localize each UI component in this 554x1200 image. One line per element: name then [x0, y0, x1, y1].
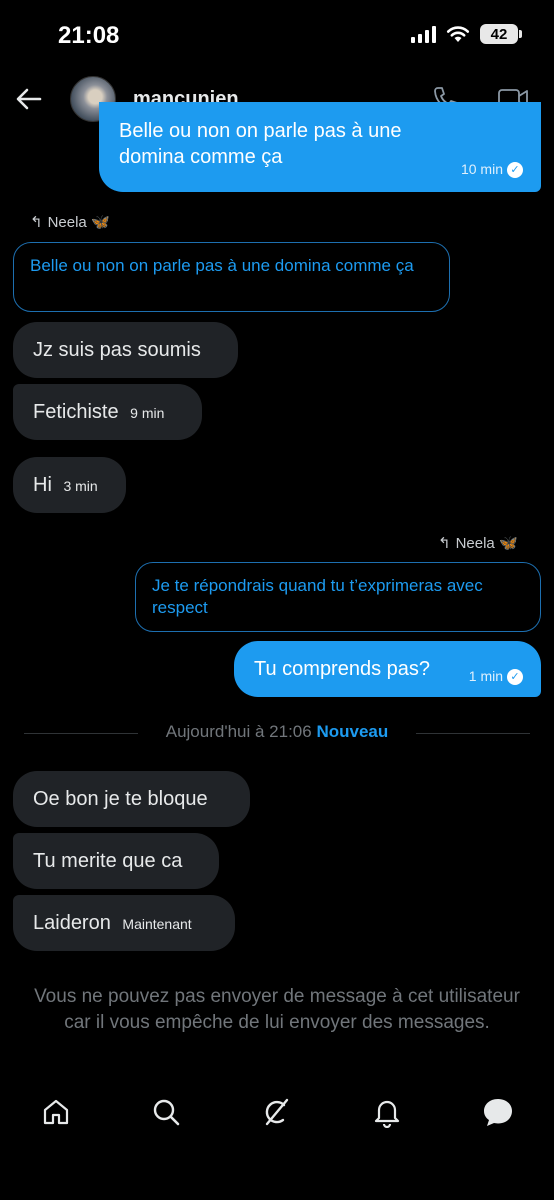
notifications-icon — [374, 1100, 400, 1128]
message-text: Hi — [33, 474, 52, 496]
read-check-icon: ✓ — [507, 669, 523, 686]
wifi-icon — [446, 26, 470, 42]
nav-notifications[interactable] — [367, 1092, 407, 1132]
message-text: Belle ou non on parle pas à une domina c… — [119, 120, 402, 168]
message-text: Fetichiste — [33, 401, 119, 423]
reply-quote[interactable]: Je te répondrais quand tu t’exprimeras a… — [135, 562, 541, 632]
message-time: 10 min ✓ — [461, 156, 523, 182]
message-text: Tu merite que ca — [33, 850, 183, 872]
nav-grok[interactable] — [256, 1092, 296, 1132]
bottom-nav — [0, 1092, 554, 1142]
home-icon — [43, 1099, 69, 1125]
nav-messages[interactable] — [478, 1092, 518, 1132]
received-message[interactable]: Tu merite que ca — [13, 833, 219, 889]
message-time: Maintenant — [122, 916, 192, 932]
received-message[interactable]: Oe bon je te bloque — [13, 771, 250, 827]
reply-quote-text: Je te répondrais quand tu t’exprimeras a… — [152, 576, 483, 617]
signal-icon — [411, 25, 436, 43]
search-icon — [153, 1099, 180, 1126]
received-message[interactable]: Fetichiste 9 min — [13, 384, 202, 440]
grok-icon — [265, 1098, 289, 1126]
reply-arrow-icon: ↰ — [438, 535, 451, 552]
reply-author: Neela 🦋 — [47, 214, 110, 231]
divider-date: Aujourd'hui à 21:06 — [165, 722, 312, 741]
message-text: Tu comprends pas? — [254, 658, 431, 680]
chat-screen: 21:08 42 mancunien Belle ou non on parle… — [0, 0, 554, 1200]
sent-message[interactable]: Tu comprends pas? 1 min ✓ — [234, 641, 541, 697]
status-icons: 42 — [411, 24, 522, 44]
time-label: 10 min — [460, 161, 503, 177]
message-text: Oe bon je te bloque — [33, 788, 208, 810]
nav-home[interactable] — [36, 1092, 76, 1132]
received-message[interactable]: Jz suis pas soumis — [13, 322, 238, 378]
message-text: Jz suis pas soumis — [33, 339, 201, 361]
message-time: 3 min — [63, 478, 98, 494]
reply-arrow-icon: ↰ — [30, 214, 43, 231]
reply-quote[interactable]: Belle ou non on parle pas à une domina c… — [13, 242, 450, 312]
reply-label: ↰ Neela 🦋 — [30, 213, 110, 231]
time-label: 1 min — [468, 668, 503, 684]
received-message[interactable]: Laideron Maintenant — [13, 895, 235, 951]
new-badge: Nouveau — [316, 722, 389, 741]
message-time: 9 min — [130, 405, 165, 421]
date-divider-label: Aujourd'hui à 21:06 Nouveau — [0, 722, 554, 742]
message-text: Laideron — [33, 912, 111, 934]
read-check-icon: ✓ — [507, 162, 523, 179]
nav-search[interactable] — [146, 1092, 186, 1132]
battery-icon: 42 — [480, 24, 522, 44]
received-message[interactable]: Hi 3 min — [13, 457, 126, 513]
messages-icon — [484, 1099, 512, 1126]
message-time: 1 min ✓ — [469, 663, 523, 689]
status-time: 21:08 — [58, 22, 120, 49]
sent-message[interactable]: Belle ou non on parle pas à une domina c… — [99, 102, 541, 192]
reply-quote-text: Belle ou non on parle pas à une domina c… — [30, 256, 414, 275]
reply-label: ↰ Neela 🦋 — [438, 534, 518, 552]
back-arrow-icon[interactable] — [14, 84, 44, 114]
reply-author: Neela 🦋 — [455, 535, 518, 552]
blocked-notice: Vous ne pouvez pas envoyer de message à … — [34, 986, 520, 1033]
